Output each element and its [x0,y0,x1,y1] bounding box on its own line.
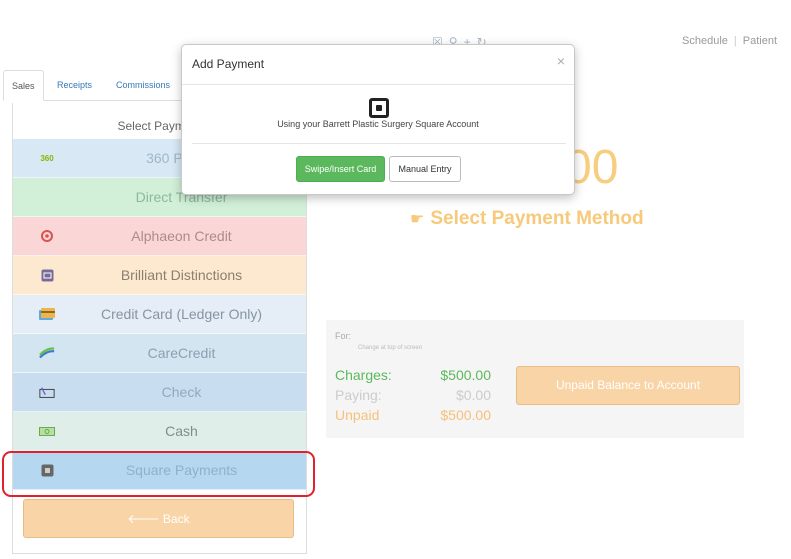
payment-method-label: Check [161,384,202,400]
payment-method-label: Alphaeon Credit [131,228,232,244]
cash-icon [39,424,55,438]
check-icon [39,385,55,399]
payment-method-label: Brilliant Distinctions [120,267,243,283]
payment-method-cash[interactable]: Cash [13,412,306,451]
arrow-left-icon: 🡐 [127,512,160,526]
tab-commissions[interactable]: Commissions [108,70,178,99]
payment-method-alphaeon[interactable]: Alphaeon Credit [13,217,306,256]
paying-value: $0.00 [455,387,491,403]
back-button-label: Back [162,512,190,526]
schedule-link[interactable]: Schedule [682,35,728,47]
select-payment-method-heading: ☛ Select Payment Method [410,208,644,230]
payment-method-label: Credit Card (Ledger Only) [100,306,263,322]
charges-value: $500.00 [440,367,491,383]
payment-method-carecredit[interactable]: CareCredit [13,334,306,373]
square-payments-highlight [2,451,315,497]
back-button[interactable]: 🡐 Back [23,499,294,538]
360-logo-icon: 360 [40,153,54,163]
for-label: For: [335,331,352,341]
payment-method-label: CareCredit [147,345,216,361]
select-method-label: Select Payment Method [430,208,644,229]
modal-divider [192,143,566,144]
charges-label: Charges: [335,367,392,383]
change-note: Change at top of screen [358,345,423,351]
pointing-hand-icon: ☛ [410,211,425,228]
modal-title: Add Payment [192,57,265,71]
link-separator: | [733,35,737,47]
brilliant-distinctions-icon [39,268,55,282]
manual-entry-button[interactable]: Manual Entry [389,156,461,182]
payment-method-check[interactable]: Check [13,373,306,412]
payment-method-brilliant-distinctions[interactable]: Brilliant Distinctions [13,256,306,295]
swipe-insert-card-button[interactable]: Swipe/Insert Card [296,156,385,182]
tab-receipts[interactable]: Receipts [49,70,100,99]
unpaid-value: $500.00 [440,407,491,423]
unpaid-label: Unpaid [335,407,380,423]
modal-divider [182,84,574,85]
tab-sales[interactable]: Sales [3,70,44,101]
payment-method-credit-card[interactable]: Credit Card (Ledger Only) [13,295,306,334]
square-account-text: Using your Barrett Plastic Surgery Squar… [277,119,479,129]
square-logo-icon [369,98,389,118]
payment-method-label: Cash [165,423,198,439]
paying-label: Paying: [335,387,382,403]
top-links: Schedule | Patient [682,35,777,47]
credit-card-icon [39,307,55,321]
payment-summary: For: Change at top of screen Charges: $5… [326,320,744,438]
alphaeon-icon [39,229,55,243]
carecredit-icon [39,346,55,360]
unpaid-balance-button[interactable]: Unpaid Balance to Account [516,366,740,405]
add-payment-modal: Add Payment × Using your Barrett Plastic… [181,44,575,195]
close-icon[interactable]: × [557,53,565,69]
patient-link[interactable]: Patient [743,35,777,47]
